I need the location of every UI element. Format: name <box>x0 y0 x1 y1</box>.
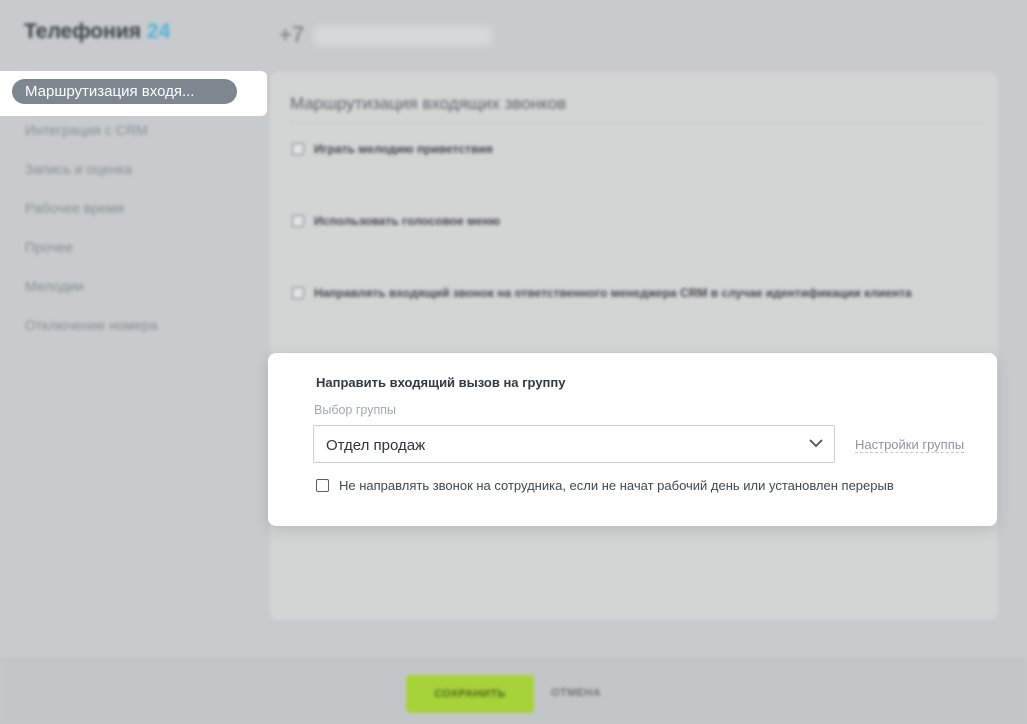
sidebar-item-routing[interactable]: Маршрутизация входя... <box>12 79 237 104</box>
sidebar-item-other[interactable]: Прочее <box>25 239 73 255</box>
group-panel-title: Направить входящий вызов на группу <box>316 375 566 390</box>
brand-logo: Телефония 24 <box>24 20 170 44</box>
skip-unavailable-option[interactable]: Не направлять звонок на сотрудника, если… <box>316 478 894 493</box>
sidebar-item-recording[interactable]: Запись и оценка <box>25 161 132 177</box>
option-label: Использовать голосовое меню <box>314 214 501 228</box>
cancel-button[interactable]: ОТМЕНА <box>551 687 601 699</box>
phone-number: +7 <box>279 22 493 48</box>
section-divider <box>290 122 986 123</box>
footer-bar: СОХРАНИТЬ ОТМЕНА <box>0 659 1027 724</box>
sidebar-item-work-time[interactable]: Рабочее время <box>25 200 124 216</box>
group-settings-link[interactable]: Настройки группы <box>855 437 965 453</box>
section-title: Маршрутизация входящих звонков <box>290 94 567 113</box>
brand-name: Телефония <box>24 20 141 43</box>
option-voice-menu[interactable]: Использовать голосовое меню <box>292 214 978 229</box>
sidebar-active-highlight: Маршрутизация входя... <box>0 71 267 116</box>
sidebar-item-crm[interactable]: Интеграция с CRM <box>25 122 148 138</box>
skip-unavailable-checkbox[interactable] <box>316 479 329 492</box>
routing-settings-card: Маршрутизация входящих звонков Играть ме… <box>270 72 998 620</box>
group-routing-panel: Направить входящий вызов на группу Выбор… <box>268 353 997 526</box>
phone-prefix: +7 <box>279 22 305 47</box>
chevron-down-icon <box>809 439 823 448</box>
brand-number: 24 <box>146 20 171 43</box>
option-crm-manager[interactable]: Направлять входящий звонок на ответствен… <box>276 286 978 301</box>
group-select-value: Отдел продаж <box>326 437 426 454</box>
option-label: Направлять входящий звонок на ответствен… <box>314 286 912 300</box>
checkbox[interactable] <box>292 287 304 299</box>
option-greeting-melody[interactable]: Играть мелодию приветствия <box>292 142 978 157</box>
group-select-label: Выбор группы <box>314 403 397 417</box>
group-select[interactable]: Отдел продаж <box>313 425 835 463</box>
app-window: Телефония 24 +7 Интеграция с CRM Запись … <box>0 0 1027 724</box>
save-button[interactable]: СОХРАНИТЬ <box>406 675 534 713</box>
option-label: Играть мелодию приветствия <box>314 142 493 156</box>
sidebar-item-melodies[interactable]: Мелодии <box>25 278 84 294</box>
checkbox[interactable] <box>292 215 304 227</box>
skip-unavailable-label: Не направлять звонок на сотрудника, если… <box>339 478 894 493</box>
sidebar-item-disable-number[interactable]: Отключение номера <box>25 317 158 333</box>
phone-number-masked <box>314 26 493 47</box>
checkbox[interactable] <box>292 143 304 155</box>
